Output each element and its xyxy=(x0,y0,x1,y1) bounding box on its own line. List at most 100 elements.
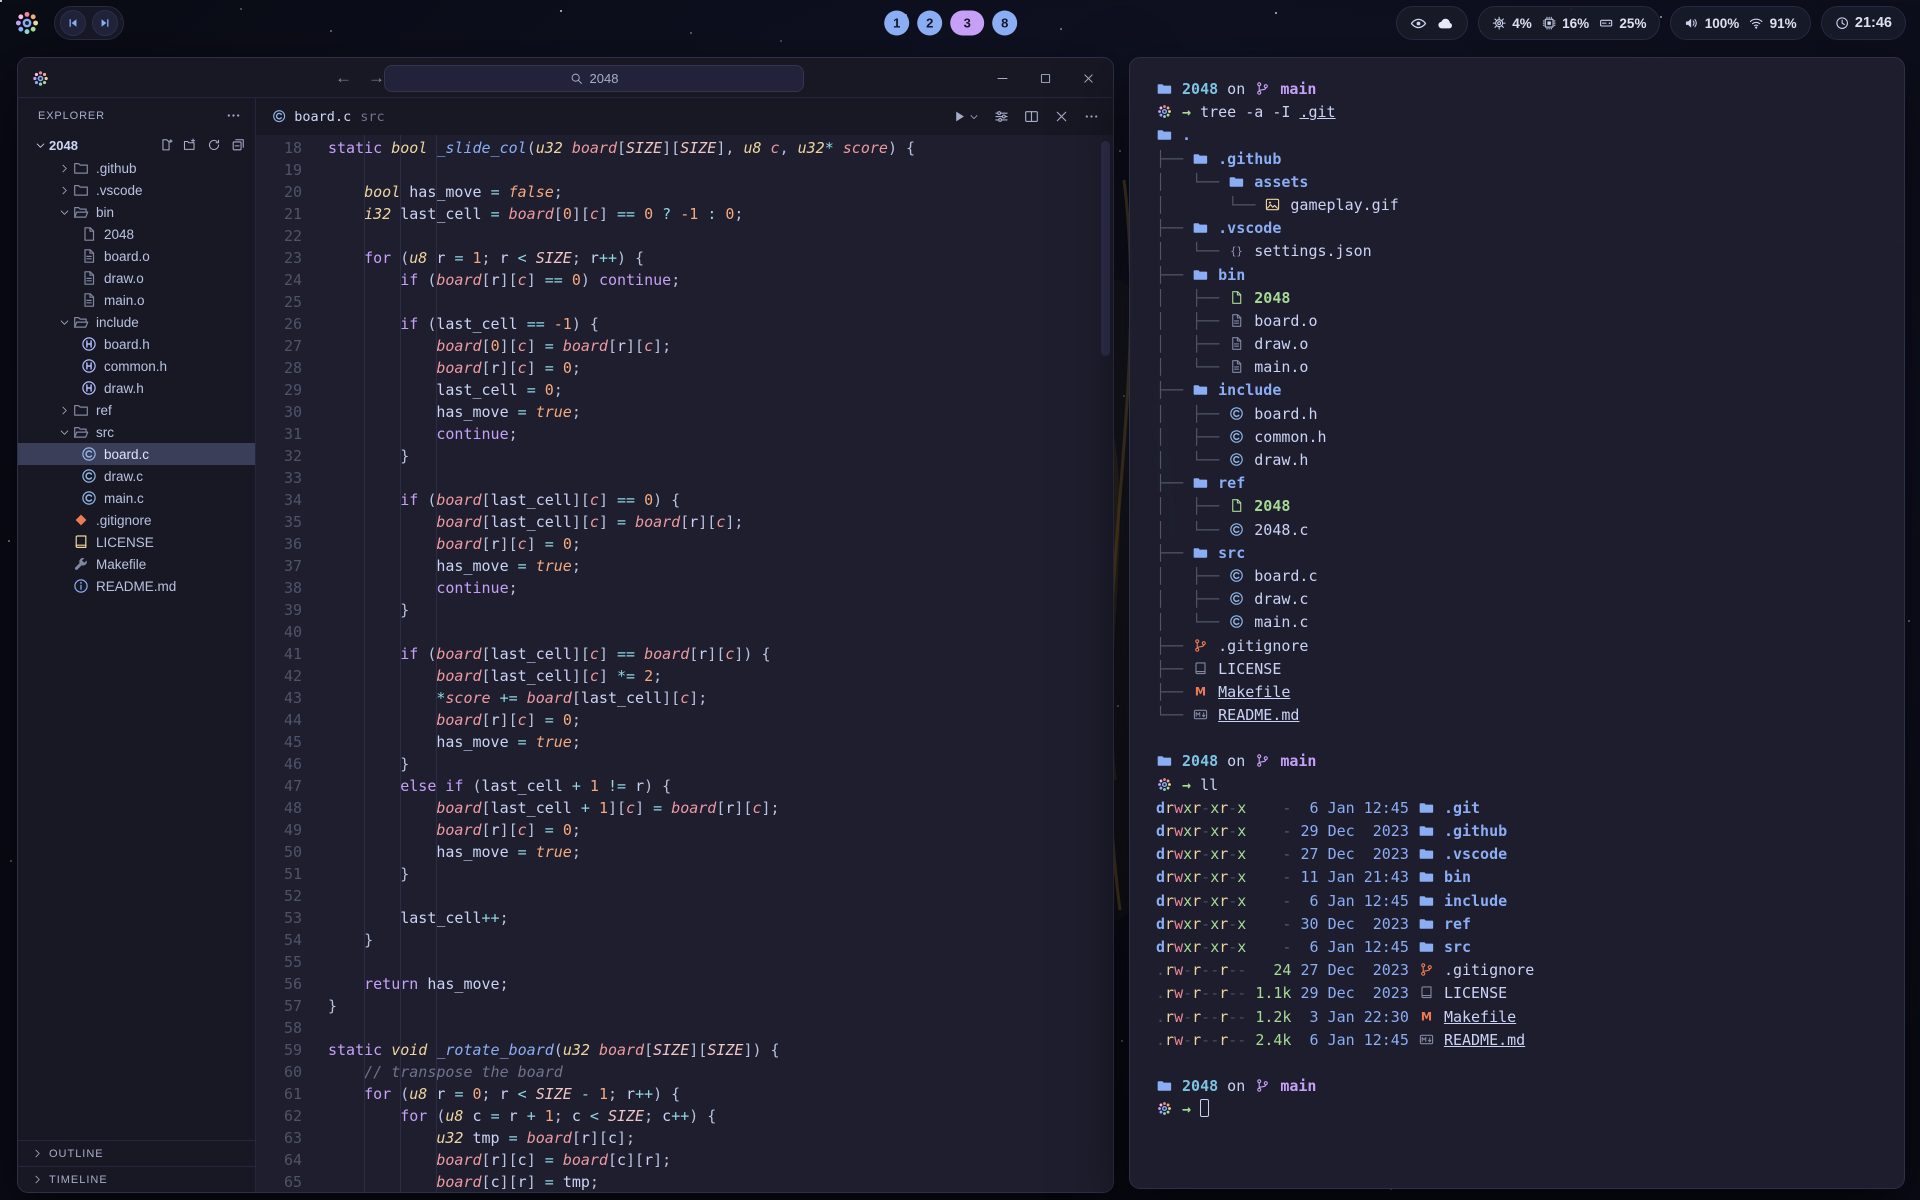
editor-scrollbar[interactable] xyxy=(1101,141,1110,356)
code-line-43[interactable]: 43 *score += board[last_cell][c]; xyxy=(256,687,1113,709)
code-line-31[interactable]: 31 continue; xyxy=(256,423,1113,445)
file-tree-item-main.c[interactable]: main.c xyxy=(18,487,255,509)
system-stats-widget[interactable]: 4% 16% 25% xyxy=(1478,6,1660,40)
code-line-29[interactable]: 29 last_cell = 0; xyxy=(256,379,1113,401)
system-logo-gear-icon[interactable] xyxy=(14,10,40,36)
audio-network-widget[interactable]: 100% 91% xyxy=(1670,6,1810,40)
workspace-button-1[interactable]: 1 xyxy=(884,11,909,36)
code-line-64[interactable]: 64 board[r][c] = board[c][r]; xyxy=(256,1149,1113,1171)
code-line-22[interactable]: 22 xyxy=(256,225,1113,247)
split-editor-button[interactable] xyxy=(1024,109,1039,124)
file-tree-item-board.h[interactable]: board.h xyxy=(18,333,255,355)
code-line-53[interactable]: 53 last_cell++; xyxy=(256,907,1113,929)
code-line-57[interactable]: 57} xyxy=(256,995,1113,1017)
collapse-folders-button[interactable] xyxy=(231,138,245,152)
workspace-button-2[interactable]: 2 xyxy=(917,11,942,36)
new-file-button[interactable] xyxy=(159,138,173,152)
file-tree-item-2048[interactable]: 2048 xyxy=(18,223,255,245)
code-line-59[interactable]: 59static void _rotate_board(u32 board[SI… xyxy=(256,1039,1113,1061)
code-line-34[interactable]: 34 if (board[last_cell][c] == 0) { xyxy=(256,489,1113,511)
code-line-23[interactable]: 23 for (u8 r = 1; r < SIZE; r++) { xyxy=(256,247,1113,269)
code-editor[interactable]: 18static bool _slide_col(u32 board[SIZE]… xyxy=(256,135,1113,1192)
file-tree-item-.vscode[interactable]: .vscode xyxy=(18,179,255,201)
code-line-41[interactable]: 41 if (board[last_cell][c] == board[r][c… xyxy=(256,643,1113,665)
code-line-25[interactable]: 25 xyxy=(256,291,1113,313)
code-line-21[interactable]: 21 i32 last_cell = board[0][c] == 0 ? -1… xyxy=(256,203,1113,225)
file-tree-item-common.h[interactable]: common.h xyxy=(18,355,255,377)
maximize-button[interactable] xyxy=(1039,72,1052,85)
code-line-24[interactable]: 24 if (board[r][c] == 0) continue; xyxy=(256,269,1113,291)
code-line-33[interactable]: 33 xyxy=(256,467,1113,489)
explorer-root-folder[interactable]: 2048 xyxy=(18,133,255,157)
code-line-45[interactable]: 45 has_move = true; xyxy=(256,731,1113,753)
code-line-42[interactable]: 42 board[last_cell][c] *= 2; xyxy=(256,665,1113,687)
command-center-search[interactable]: 2048 xyxy=(384,65,804,92)
file-tree-item-board.c[interactable]: board.c xyxy=(18,443,255,465)
code-line-18[interactable]: 18static bool _slide_col(u32 board[SIZE]… xyxy=(256,137,1113,159)
refresh-explorer-button[interactable] xyxy=(207,138,221,152)
code-line-60[interactable]: 60 // transpose the board xyxy=(256,1061,1113,1083)
settings-sliders-button[interactable] xyxy=(994,109,1009,124)
code-line-36[interactable]: 36 board[r][c] = 0; xyxy=(256,533,1113,555)
file-tree-item-main.o[interactable]: main.o xyxy=(18,289,255,311)
code-line-52[interactable]: 52 xyxy=(256,885,1113,907)
timeline-section[interactable]: TIMELINE xyxy=(18,1166,255,1192)
minimize-button[interactable] xyxy=(996,72,1009,85)
outline-section[interactable]: OUTLINE xyxy=(18,1140,255,1166)
code-line-55[interactable]: 55 xyxy=(256,951,1113,973)
terminal-window[interactable]: 2048 on main → tree -a -I .git .├── .git… xyxy=(1129,57,1905,1189)
code-line-27[interactable]: 27 board[0][c] = board[r][c]; xyxy=(256,335,1113,357)
vscode-titlebar[interactable]: ← → 2048 xyxy=(18,58,1113,98)
code-line-65[interactable]: 65 board[c][r] = tmp; xyxy=(256,1171,1113,1192)
new-folder-button[interactable] xyxy=(183,138,197,152)
code-line-58[interactable]: 58 xyxy=(256,1017,1113,1039)
close-editor-button[interactable] xyxy=(1054,109,1069,124)
code-line-19[interactable]: 19 xyxy=(256,159,1113,181)
code-line-56[interactable]: 56 return has_move; xyxy=(256,973,1113,995)
code-line-51[interactable]: 51 } xyxy=(256,863,1113,885)
code-line-40[interactable]: 40 xyxy=(256,621,1113,643)
code-line-39[interactable]: 39 } xyxy=(256,599,1113,621)
code-line-38[interactable]: 38 continue; xyxy=(256,577,1113,599)
file-tree-item-board.o[interactable]: board.o xyxy=(18,245,255,267)
code-line-48[interactable]: 48 board[last_cell + 1][c] = board[r][c]… xyxy=(256,797,1113,819)
history-forward-button[interactable]: → xyxy=(368,68,385,88)
clock-widget[interactable]: 21:46 xyxy=(1821,6,1906,40)
file-tree-item-.github[interactable]: .github xyxy=(18,157,255,179)
code-line-32[interactable]: 32 } xyxy=(256,445,1113,467)
code-line-63[interactable]: 63 u32 tmp = board[r][c]; xyxy=(256,1127,1113,1149)
code-line-46[interactable]: 46 } xyxy=(256,753,1113,775)
code-line-54[interactable]: 54 } xyxy=(256,929,1113,951)
weather-widget[interactable] xyxy=(1396,6,1468,40)
file-tree-item-draw.h[interactable]: draw.h xyxy=(18,377,255,399)
code-line-47[interactable]: 47 else if (last_cell + 1 != r) { xyxy=(256,775,1113,797)
workspace-button-8[interactable]: 8 xyxy=(992,11,1017,36)
file-tree-item-.gitignore[interactable]: .gitignore xyxy=(18,509,255,531)
file-tree-item-draw.c[interactable]: draw.c xyxy=(18,465,255,487)
more-editor-actions-button[interactable] xyxy=(1084,109,1099,124)
workspace-button-3[interactable]: 3 xyxy=(950,11,984,36)
file-tree-item-draw.o[interactable]: draw.o xyxy=(18,267,255,289)
code-line-35[interactable]: 35 board[last_cell][c] = board[r][c]; xyxy=(256,511,1113,533)
file-tree-item-README.md[interactable]: README.md xyxy=(18,575,255,597)
code-line-62[interactable]: 62 for (u8 c = r + 1; c < SIZE; c++) { xyxy=(256,1105,1113,1127)
history-back-button[interactable]: ← xyxy=(335,68,352,88)
code-line-28[interactable]: 28 board[r][c] = 0; xyxy=(256,357,1113,379)
file-tree-item-src[interactable]: src xyxy=(18,421,255,443)
explorer-more-actions-button[interactable] xyxy=(226,108,241,123)
code-line-50[interactable]: 50 has_move = true; xyxy=(256,841,1113,863)
code-line-30[interactable]: 30 has_move = true; xyxy=(256,401,1113,423)
code-line-20[interactable]: 20 bool has_move = false; xyxy=(256,181,1113,203)
file-tree-item-LICENSE[interactable]: LICENSE xyxy=(18,531,255,553)
code-line-44[interactable]: 44 board[r][c] = 0; xyxy=(256,709,1113,731)
code-line-61[interactable]: 61 for (u8 r = 0; r < SIZE - 1; r++) { xyxy=(256,1083,1113,1105)
file-tree-item-bin[interactable]: bin xyxy=(18,201,255,223)
media-next-button[interactable] xyxy=(92,10,118,36)
close-button[interactable] xyxy=(1082,72,1095,85)
run-file-button[interactable] xyxy=(952,109,979,124)
file-tree-item-include[interactable]: include xyxy=(18,311,255,333)
code-line-26[interactable]: 26 if (last_cell == -1) { xyxy=(256,313,1113,335)
file-tree-item-Makefile[interactable]: Makefile xyxy=(18,553,255,575)
media-prev-button[interactable] xyxy=(60,10,86,36)
code-line-37[interactable]: 37 has_move = true; xyxy=(256,555,1113,577)
